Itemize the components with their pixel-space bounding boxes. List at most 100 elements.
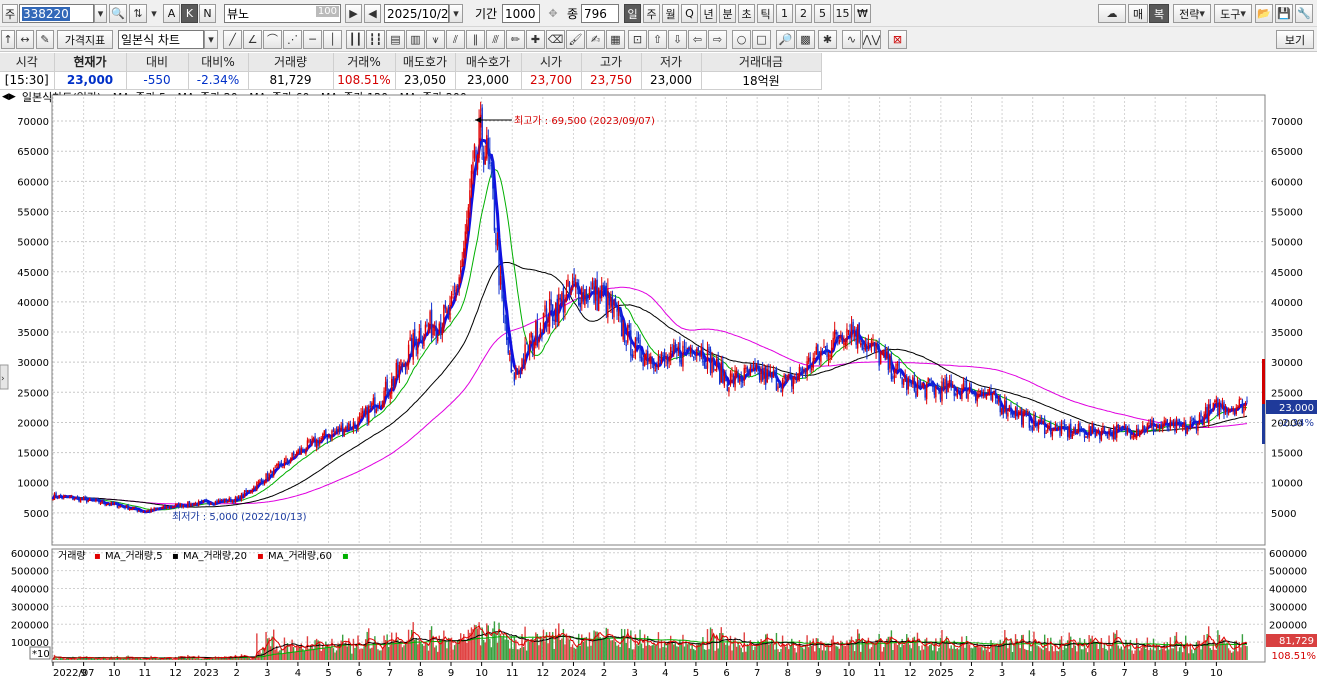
move-left-tool[interactable]: ⇦ — [688, 30, 707, 49]
period-input[interactable]: 1000 — [502, 4, 540, 23]
interval-15[interactable]: 15 — [833, 4, 852, 23]
settings-button[interactable]: 🔧 — [1295, 4, 1313, 23]
search-button[interactable]: 🔍 — [109, 4, 127, 23]
multi-line-tool[interactable]: ⫻ — [486, 30, 505, 49]
candle-body — [1079, 422, 1081, 433]
timeframe-month[interactable]: 월 — [662, 4, 679, 23]
interval-5[interactable]: 5 — [814, 4, 831, 23]
draw-fan-tool[interactable]: ⋰ — [283, 30, 302, 49]
candle-body — [604, 285, 606, 287]
strategy-button[interactable]: 전략 ▾ — [1173, 4, 1211, 23]
candle-body — [1149, 423, 1152, 425]
price-volume-chart[interactable]: 7000065000600005500050000450004000035000… — [0, 89, 1317, 677]
volume-bar — [826, 644, 828, 660]
chart-area[interactable]: ◀▶ 일본식차트(일간) ▪MA_종가,5 ▪MA_종가,20 ▪MA_종가,6… — [0, 89, 1317, 677]
rectangle-tool[interactable]: □ — [752, 30, 771, 49]
move-down-tool[interactable]: ⇩ — [668, 30, 687, 49]
pencil-tool[interactable]: ✏ — [506, 30, 525, 49]
bug-tool[interactable]: ✱ — [818, 30, 837, 49]
market-mode-button[interactable]: 주 — [2, 4, 18, 23]
open-folder-button[interactable]: 📂 — [1255, 4, 1273, 23]
chart-type-select[interactable]: 일본식 차트 — [118, 30, 204, 49]
currency-button[interactable]: ₩ — [854, 4, 871, 23]
volume-bar — [843, 645, 845, 660]
price-indicator-button[interactable]: 가격지표 — [57, 30, 113, 49]
draw-arc-tool[interactable]: ⌒ — [263, 30, 282, 49]
save-button[interactable]: 💾 — [1275, 4, 1293, 23]
channel-icon: ⫽ — [453, 33, 458, 46]
candle-body — [1031, 427, 1034, 431]
draw-vertical-tool[interactable]: │ — [323, 30, 342, 49]
grid-tool-1[interactable]: ┃┃ — [346, 30, 365, 49]
circle-tool[interactable]: ○ — [732, 30, 751, 49]
draw-line-tool[interactable]: ╱ — [223, 30, 242, 49]
move-right-tool[interactable]: ⇨ — [708, 30, 727, 49]
candle-body — [804, 368, 807, 374]
count-input[interactable]: 796 — [581, 4, 619, 23]
expand-panel-icon[interactable]: › — [1, 374, 5, 384]
timeframe-second[interactable]: 초 — [738, 4, 755, 23]
stock-name-field[interactable]: 뷰노 100 — [224, 4, 341, 23]
parallel-tool[interactable]: ∥ — [466, 30, 485, 49]
timeframe-year[interactable]: 년 — [700, 4, 717, 23]
edit-button[interactable]: ✎ — [36, 30, 54, 49]
button-a[interactable]: A — [163, 4, 180, 23]
draw-horizontal-tool[interactable]: ─ — [303, 30, 322, 49]
timeframe-quarter[interactable]: Q — [681, 4, 698, 23]
sort-dropdown-button[interactable]: ▾ — [148, 4, 160, 23]
chart-type-dropdown[interactable]: ▾ — [204, 30, 218, 49]
sort-button[interactable]: ⇅ — [129, 4, 147, 23]
cloud-button[interactable]: ☁ — [1098, 4, 1126, 23]
next-button[interactable]: ▶ — [345, 4, 362, 23]
timeframe-day[interactable]: 일 — [624, 4, 641, 23]
zigzag-tool[interactable]: ⋀⋁ — [862, 30, 881, 49]
scroll-up-button[interactable]: ↑ — [1, 30, 15, 49]
grid-tool-2[interactable]: ┇┇ — [366, 30, 385, 49]
date-picker-button[interactable]: ▾ — [449, 4, 463, 23]
tools-button[interactable]: 도구 ▾ — [1214, 4, 1252, 23]
cross-tool[interactable]: ✚ — [526, 30, 545, 49]
zoom-fit-tool[interactable]: ⊡ — [628, 30, 647, 49]
volume-bar — [1094, 641, 1096, 660]
interval-2[interactable]: 2 — [795, 4, 812, 23]
candle-body — [200, 500, 203, 502]
candle-body — [435, 326, 437, 338]
play-right-icon: ▶ — [349, 7, 358, 20]
candle-body — [892, 376, 894, 379]
timeframe-tick[interactable]: 틱 — [757, 4, 774, 23]
timeframe-minute[interactable]: 분 — [719, 4, 736, 23]
timeframe-week[interactable]: 주 — [643, 4, 660, 23]
compound-button[interactable]: 복 — [1149, 4, 1169, 23]
move-button[interactable]: ✥ — [544, 4, 562, 23]
date-input[interactable]: 2025/10/24 — [384, 4, 449, 23]
delete-drawing-tool[interactable]: ⊠ — [888, 30, 907, 49]
volume-bar — [988, 651, 991, 660]
candle-body — [141, 511, 143, 513]
stock-code-input[interactable]: 338220 — [19, 4, 94, 23]
fork-tool[interactable]: ⩛ — [426, 30, 445, 49]
grid-tool-4[interactable]: ▥ — [406, 30, 425, 49]
interval-1[interactable]: 1 — [776, 4, 793, 23]
volume-bar — [1134, 650, 1136, 660]
x-tick-label: 4 — [1030, 668, 1036, 677]
wave-tool[interactable]: ∿ — [842, 30, 861, 49]
color-tool[interactable]: 🖌 — [566, 30, 585, 49]
draw-angle-tool[interactable]: ∠ — [243, 30, 262, 49]
memo-tool[interactable]: ▦ — [606, 30, 625, 49]
prev-button[interactable]: ◀ — [364, 4, 381, 23]
channel-tool[interactable]: ⫽ — [446, 30, 465, 49]
expand-button[interactable]: ↔ — [16, 30, 34, 49]
text-tool[interactable]: ✍ — [586, 30, 605, 49]
button-k[interactable]: K — [181, 4, 198, 23]
candle-body — [453, 290, 456, 292]
candle-body — [248, 489, 250, 492]
buy-button[interactable]: 매 — [1128, 4, 1148, 23]
code-dropdown-button[interactable]: ▾ — [94, 4, 107, 23]
grid-tool-3[interactable]: ▤ — [386, 30, 405, 49]
move-up-tool[interactable]: ⇧ — [648, 30, 667, 49]
zoom-tool[interactable]: 🔎 — [776, 30, 795, 49]
pattern-tool[interactable]: ▩ — [796, 30, 815, 49]
button-n[interactable]: N — [199, 4, 216, 23]
erase-tool[interactable]: ⌫ — [546, 30, 565, 49]
view-button[interactable]: 보기 — [1276, 30, 1314, 49]
